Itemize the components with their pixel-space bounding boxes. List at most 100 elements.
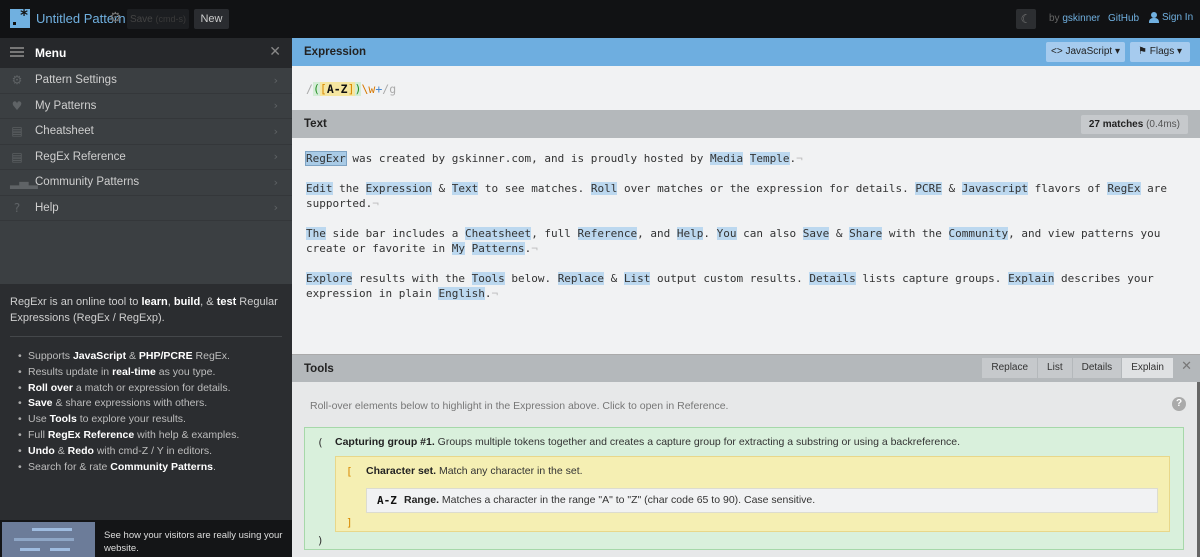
tab-list[interactable]: List (1037, 358, 1072, 378)
match-highlight[interactable]: My (451, 242, 465, 255)
author-link[interactable]: gskinner (1062, 13, 1100, 24)
ad-thumbnail[interactable] (2, 522, 95, 557)
code-icon: <> (1051, 46, 1063, 57)
moon-icon[interactable]: ☾ (1016, 9, 1036, 29)
menu-header: Menu ✕ (0, 38, 292, 68)
match-highlight[interactable]: English (438, 287, 485, 300)
match-highlight[interactable]: List (623, 272, 651, 285)
tab-replace[interactable]: Replace (981, 358, 1038, 378)
feature-list: Supports JavaScript & PHP/PCRE RegEx.Res… (10, 349, 282, 475)
token-set-open[interactable]: [ (319, 82, 327, 96)
caret-down-icon: ▾ (1176, 46, 1182, 57)
text-paragraph: Edit the Expression & Text to see matche… (306, 181, 1186, 211)
sidebar-item-community-patterns[interactable]: ▂▄▂ Community Patterns › (0, 170, 292, 196)
help-icon[interactable]: ? (1172, 397, 1186, 411)
save-button[interactable]: Save (cmd-s) (127, 9, 189, 29)
match-highlight[interactable]: Explain (1008, 272, 1055, 285)
gear-icon[interactable]: ⚙ (109, 10, 122, 26)
text-editor[interactable]: RegExr was created by gskinner.com, and … (292, 138, 1200, 353)
flags-dropdown[interactable]: ⚑ Flags ▾ (1130, 42, 1190, 62)
text-segment: was created by gskinner.com, and is prou… (345, 152, 710, 165)
match-highlight[interactable]: Save (802, 227, 830, 240)
chevron-right-icon: › (273, 150, 278, 164)
match-highlight[interactable]: Temple (749, 152, 790, 165)
token-flags[interactable]: g (389, 82, 396, 96)
match-highlight[interactable]: Media (710, 152, 744, 165)
match-highlight[interactable]: Community (948, 227, 1009, 240)
set-description: Character set. Match any character in th… (366, 465, 583, 477)
text-segment: , full (531, 227, 578, 240)
sidebar-item-label: Help (35, 201, 59, 214)
save-shortcut-hint: (cmd-s) (155, 14, 187, 24)
match-highlight[interactable]: Expression (365, 182, 432, 195)
match-highlight[interactable]: RegExr (305, 151, 347, 166)
expression-editor[interactable]: /([A-Z])\w+/g (292, 66, 1200, 110)
sidebar-item-cheatsheet[interactable]: ▤ Cheatsheet › (0, 119, 292, 145)
match-highlight[interactable]: The (306, 227, 326, 240)
explain-range[interactable]: A-Z Range. Matches a character in the ra… (366, 488, 1158, 513)
expression-header: Expression <> JavaScript ▾ ⚑ Flags ▾ (292, 38, 1200, 66)
token-range[interactable]: A-Z (326, 82, 348, 96)
match-highlight[interactable]: RegEx (1107, 182, 1141, 195)
match-highlight[interactable]: Share (849, 227, 883, 240)
group-close-token: ) (317, 534, 324, 547)
group-description: Capturing group #1. Groups multiple toke… (335, 436, 961, 448)
match-highlight[interactable]: Patterns (471, 242, 525, 255)
sidebar: Menu ✕ ⚙ Pattern Settings › ♥ My Pattern… (0, 38, 292, 557)
set-open-token: [ (346, 465, 353, 478)
match-highlight[interactable]: Details (809, 272, 856, 285)
feature-item: Full RegEx Reference with help & example… (18, 428, 282, 444)
text-segment (465, 242, 472, 255)
text-segment: . (703, 227, 717, 240)
token-open-slash[interactable]: / (306, 82, 313, 96)
explain-character-set[interactable]: [ Character set. Match any character in … (335, 456, 1170, 532)
line-end-marker: ¬ (372, 197, 379, 210)
close-icon[interactable]: ✕ (1181, 359, 1192, 374)
token-group-open[interactable]: ( (312, 82, 320, 96)
match-highlight[interactable]: Help (676, 227, 704, 240)
match-highlight[interactable]: You (716, 227, 737, 240)
match-highlight[interactable]: Explore (306, 272, 353, 285)
flavor-dropdown[interactable]: <> JavaScript ▾ (1046, 42, 1125, 62)
ad-text[interactable]: See how your visitors are really using y… (104, 529, 284, 555)
match-highlight[interactable]: Edit (306, 182, 333, 195)
expression-input[interactable]: /([A-Z])\w+/g (306, 82, 396, 96)
line-end-marker: ¬ (796, 152, 803, 165)
match-highlight[interactable]: Text (451, 182, 479, 195)
sidebar-item-my-patterns[interactable]: ♥ My Patterns › (0, 94, 292, 119)
sidebar-item-pattern-settings[interactable]: ⚙ Pattern Settings › (0, 68, 292, 94)
expression-title: Expression (304, 46, 366, 58)
text-segment: & (431, 182, 452, 195)
token-set-close[interactable]: ] (347, 82, 355, 96)
save-label: Save (129, 14, 153, 25)
match-highlight[interactable]: Tools (471, 272, 505, 285)
text-segment: output custom results. (650, 272, 810, 285)
text-paragraph: RegExr was created by gskinner.com, and … (305, 151, 1186, 166)
tab-explain[interactable]: Explain (1121, 358, 1173, 378)
token-escape[interactable]: \w (361, 82, 375, 96)
advertisement[interactable]: See how your visitors are really using y… (0, 520, 292, 557)
match-highlight[interactable]: Reference (577, 227, 638, 240)
text-segment: with the (882, 227, 949, 240)
match-count: 27 matches (1088, 119, 1144, 130)
sidebar-item-regex-reference[interactable]: ▤ RegEx Reference › (0, 145, 292, 170)
new-button[interactable]: New (194, 9, 229, 29)
regexr-logo[interactable]: * (10, 6, 30, 28)
close-icon[interactable]: ✕ (269, 44, 281, 60)
match-time: (0.4ms) (1146, 119, 1180, 130)
text-segment (743, 152, 750, 165)
sidebar-item-label: My Patterns (35, 99, 97, 112)
match-highlight[interactable]: PCRE (915, 182, 942, 195)
match-highlight[interactable]: Javascript (961, 182, 1028, 195)
sidebar-item-help[interactable]: ? Help › (0, 196, 292, 221)
text-title: Text (304, 118, 327, 130)
match-highlight[interactable]: Roll (590, 182, 618, 195)
github-link[interactable]: GitHub (1108, 13, 1139, 24)
match-highlight[interactable]: Cheatsheet (464, 227, 532, 240)
community-icon: ▂▄▂ (10, 175, 38, 190)
sign-in-link[interactable]: Sign In (1149, 12, 1193, 23)
tab-details[interactable]: Details (1071, 358, 1122, 378)
tools-body: Roll-over elements below to highlight in… (292, 382, 1200, 557)
match-highlight[interactable]: Replace (557, 272, 605, 285)
explain-capturing-group[interactable]: ( Capturing group #1. Groups multiple to… (304, 427, 1184, 550)
